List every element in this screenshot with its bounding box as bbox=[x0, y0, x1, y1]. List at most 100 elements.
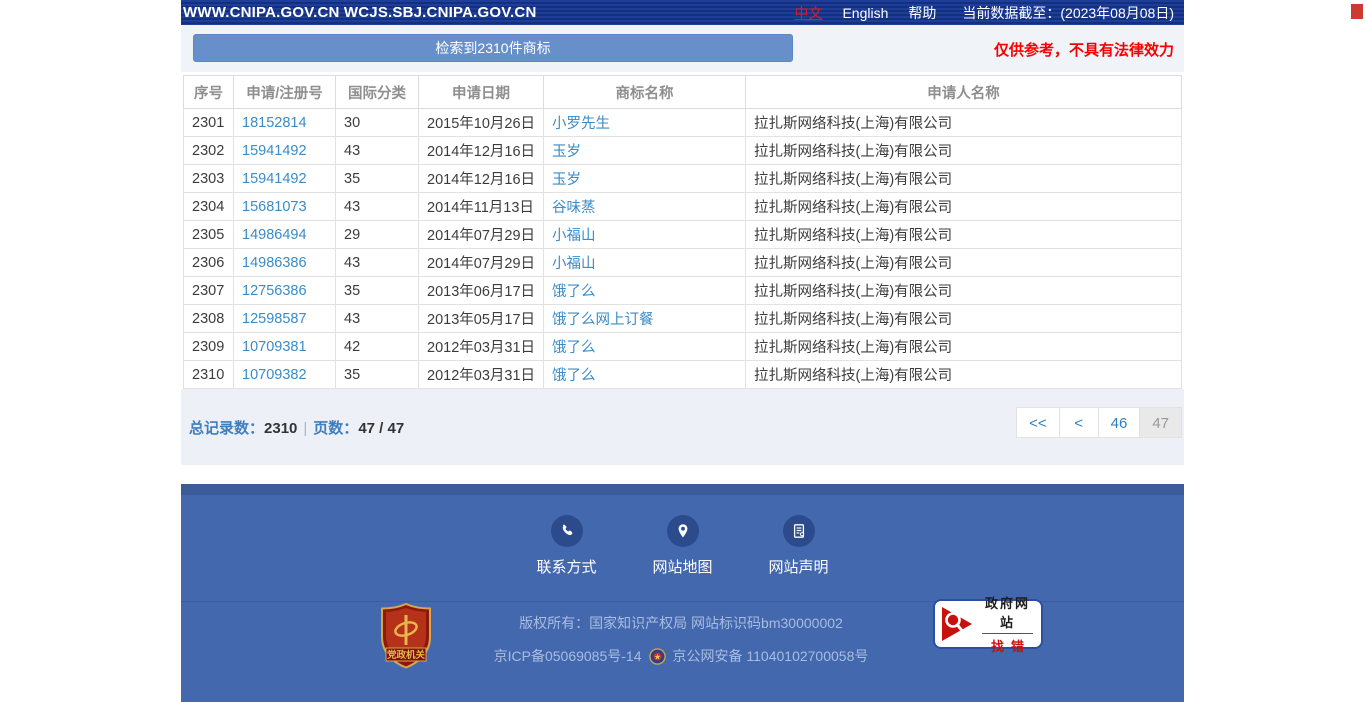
cell-trademark: 饿了么 bbox=[544, 361, 746, 389]
police-badge-icon bbox=[649, 648, 666, 665]
data-cutoff-text: 当前数据截至：(2023年08月08日) bbox=[962, 3, 1174, 23]
topbar: WWW.CNIPA.GOV.CN WCJS.SBJ.CNIPA.GOV.CN 中… bbox=[181, 0, 1184, 25]
reg-number-link[interactable]: 14986386 bbox=[242, 255, 307, 271]
trademark-link[interactable]: 玉岁 bbox=[552, 172, 581, 188]
cell-reg-number: 14986494 bbox=[234, 221, 336, 249]
trademark-link[interactable]: 小福山 bbox=[552, 256, 596, 272]
trademark-link[interactable]: 谷味蒸 bbox=[552, 200, 596, 216]
footer-links: 联系方式 网站地图 bbox=[181, 515, 1184, 577]
cell-intl-class: 35 bbox=[336, 277, 419, 305]
footer: 联系方式 网站地图 bbox=[181, 495, 1184, 702]
pagination-section: 总记录数：2310|页数：47 / 47 <<<4647 bbox=[181, 389, 1184, 465]
reg-number-link[interactable]: 12598587 bbox=[242, 311, 307, 327]
cell-intl-class: 35 bbox=[336, 361, 419, 389]
cell-apply-date: 2012年03月31日 bbox=[419, 333, 544, 361]
cell-apply-date: 2013年06月17日 bbox=[419, 277, 544, 305]
trademark-link[interactable]: 小福山 bbox=[552, 228, 596, 244]
trademark-link[interactable]: 饿了么 bbox=[552, 340, 596, 356]
reg-number-link[interactable]: 15681073 bbox=[242, 199, 307, 215]
cell-serial: 2304 bbox=[184, 193, 234, 221]
error-badge-line1: 政府网站 bbox=[982, 593, 1033, 634]
col-serial: 序号 bbox=[184, 76, 234, 109]
cell-trademark: 小福山 bbox=[544, 249, 746, 277]
cell-applicant: 拉扎斯网络科技(上海)有限公司 bbox=[746, 165, 1182, 193]
cell-reg-number: 18152814 bbox=[234, 109, 336, 137]
result-count-button[interactable]: 检索到2310件商标 bbox=[193, 34, 793, 62]
cell-apply-date: 2013年05月17日 bbox=[419, 305, 544, 333]
page-button-prev[interactable]: < bbox=[1059, 407, 1099, 438]
error-badge-text: 政府网站 找错 bbox=[982, 593, 1033, 655]
table-row: 2305 14986494 29 2014年07月29日 小福山 拉扎斯网络科技… bbox=[184, 221, 1182, 249]
table-row: 2303 15941492 35 2014年12月16日 玉岁 拉扎斯网络科技(… bbox=[184, 165, 1182, 193]
table-row: 2310 10709382 35 2012年03月31日 饿了么 拉扎斯网络科技… bbox=[184, 361, 1182, 389]
pages-value: 47 / 47 bbox=[358, 420, 404, 437]
legal-disclaimer: 仅供参考，不具有法律效力 bbox=[994, 39, 1174, 60]
phone-icon bbox=[551, 515, 583, 547]
result-header: 检索到2310件商标 仅供参考，不具有法律效力 bbox=[181, 25, 1184, 72]
table-row: 2306 14986386 43 2014年07月29日 小福山 拉扎斯网络科技… bbox=[184, 249, 1182, 277]
reg-number-link[interactable]: 10709381 bbox=[242, 339, 307, 355]
trademark-link[interactable]: 饿了么 bbox=[552, 368, 596, 384]
reg-number-link[interactable]: 15941492 bbox=[242, 143, 307, 159]
reg-number-link[interactable]: 15941492 bbox=[242, 171, 307, 187]
col-applicant-name: 申请人名称 bbox=[746, 76, 1182, 109]
footer-link-statement[interactable]: 网站声明 bbox=[764, 515, 834, 577]
col-trademark-name: 商标名称 bbox=[544, 76, 746, 109]
footer-link-contact[interactable]: 联系方式 bbox=[532, 515, 602, 577]
magnifier-flag-icon bbox=[941, 606, 975, 642]
reg-number-link[interactable]: 14986494 bbox=[242, 227, 307, 243]
cell-serial: 2306 bbox=[184, 249, 234, 277]
reg-number-link[interactable]: 10709382 bbox=[242, 367, 307, 383]
table-row: 2309 10709381 42 2012年03月31日 饿了么 拉扎斯网络科技… bbox=[184, 333, 1182, 361]
document-icon bbox=[783, 515, 815, 547]
cell-reg-number: 15941492 bbox=[234, 137, 336, 165]
trademark-link[interactable]: 饿了么网上订餐 bbox=[552, 312, 654, 328]
cell-intl-class: 43 bbox=[336, 249, 419, 277]
footer-link-label: 网站地图 bbox=[652, 556, 712, 577]
results-table: 序号 申请/注册号 国际分类 申请日期 商标名称 申请人名称 2301 1815… bbox=[183, 75, 1182, 389]
cell-serial: 2301 bbox=[184, 109, 234, 137]
trademark-link[interactable]: 小罗先生 bbox=[552, 116, 610, 132]
cell-apply-date: 2014年12月16日 bbox=[419, 137, 544, 165]
page-button-47[interactable]: 47 bbox=[1139, 407, 1182, 438]
icp-number: 京ICP备05069085号-14 bbox=[494, 646, 642, 666]
topbar-links: 中文 English 帮助 当前数据截至：(2023年08月08日) bbox=[774, 3, 1174, 23]
table-row: 2302 15941492 43 2014年12月16日 玉岁 拉扎斯网络科技(… bbox=[184, 137, 1182, 165]
map-pin-icon bbox=[667, 515, 699, 547]
shield-label: 党政机关 bbox=[387, 649, 426, 661]
trademark-link[interactable]: 饿了么 bbox=[552, 284, 596, 300]
cell-intl-class: 30 bbox=[336, 109, 419, 137]
cell-serial: 2308 bbox=[184, 305, 234, 333]
reg-number-link[interactable]: 12756386 bbox=[242, 283, 307, 299]
table-row: 2307 12756386 35 2013年06月17日 饿了么 拉扎斯网络科技… bbox=[184, 277, 1182, 305]
cell-trademark: 小福山 bbox=[544, 221, 746, 249]
cell-intl-class: 43 bbox=[336, 305, 419, 333]
cell-intl-class: 42 bbox=[336, 333, 419, 361]
cell-applicant: 拉扎斯网络科技(上海)有限公司 bbox=[746, 277, 1182, 305]
page-button-first[interactable]: << bbox=[1016, 407, 1060, 438]
cell-applicant: 拉扎斯网络科技(上海)有限公司 bbox=[746, 333, 1182, 361]
col-intl-class: 国际分类 bbox=[336, 76, 419, 109]
cell-applicant: 拉扎斯网络科技(上海)有限公司 bbox=[746, 137, 1182, 165]
help-link[interactable]: 帮助 bbox=[908, 3, 936, 23]
trademark-link[interactable]: 玉岁 bbox=[552, 144, 581, 160]
stats-separator: | bbox=[297, 420, 313, 437]
cell-reg-number: 10709382 bbox=[234, 361, 336, 389]
lang-english-link[interactable]: English bbox=[842, 5, 888, 21]
lang-chinese-link[interactable]: 中文 bbox=[794, 3, 822, 23]
cell-reg-number: 14986386 bbox=[234, 249, 336, 277]
cell-applicant: 拉扎斯网络科技(上海)有限公司 bbox=[746, 249, 1182, 277]
page-button-46[interactable]: 46 bbox=[1098, 407, 1141, 438]
gov-site-error-badge[interactable]: 政府网站 找错 bbox=[933, 599, 1043, 649]
cell-serial: 2305 bbox=[184, 221, 234, 249]
footer-link-sitemap[interactable]: 网站地图 bbox=[648, 515, 718, 577]
reg-number-link[interactable]: 18152814 bbox=[242, 115, 307, 131]
cell-apply-date: 2014年07月29日 bbox=[419, 221, 544, 249]
cell-intl-class: 35 bbox=[336, 165, 419, 193]
results-table-body: 2301 18152814 30 2015年10月26日 小罗先生 拉扎斯网络科… bbox=[184, 109, 1182, 389]
cell-applicant: 拉扎斯网络科技(上海)有限公司 bbox=[746, 109, 1182, 137]
cell-apply-date: 2014年07月29日 bbox=[419, 249, 544, 277]
cell-trademark: 小罗先生 bbox=[544, 109, 746, 137]
table-row: 2304 15681073 43 2014年11月13日 谷味蒸 拉扎斯网络科技… bbox=[184, 193, 1182, 221]
footer-link-label: 联系方式 bbox=[536, 556, 596, 577]
